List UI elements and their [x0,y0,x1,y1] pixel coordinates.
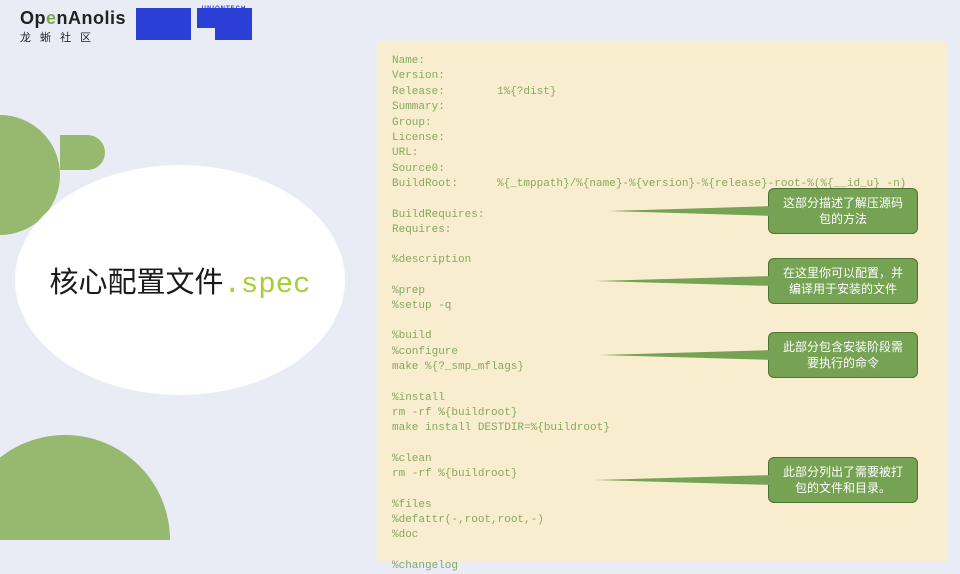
logo-post: nAnolis [57,8,127,28]
blue-shape-right [197,8,252,40]
spec-buildroot-key: BuildRoot: [392,177,497,192]
callout-files: 此部分列出了需要被打包的文件和目录。 [768,457,918,503]
title-spec: spec [241,268,311,301]
logo-sub: 龙 蜥 社 区 [20,29,126,45]
spec-group-key: Group: [392,116,497,131]
spec-url-key: URL: [392,146,497,161]
spec-source0-key: Source0: [392,162,497,177]
logo-left: OpenAnolis 龙 蜥 社 区 [20,8,126,45]
logo-brand: OpenAnolis [20,8,126,29]
spec-changelog: %changelog [392,559,934,574]
spec-release-key: Release: [392,85,497,100]
spec-makeinstall: make install DESTDIR=%{buildroot} [392,421,934,436]
spec-req-key: Requires: [392,223,497,238]
spec-version-key: Version: [392,69,497,84]
spec-install: %install [392,391,934,406]
spec-doc: %doc [392,528,934,543]
callout-install: 此部分包含安装阶段需要执行的命令 [768,332,918,378]
callout-build: 在这里你可以配置，并编译用于安装的文件 [768,258,918,304]
logo-area: OpenAnolis 龙 蜥 社 区 UNIONTECH [20,8,252,45]
spec-release-val: 1%{?dist} [497,85,556,100]
spec-summary-key: Summary: [392,100,497,115]
blue-shape-left [136,8,191,40]
decor-shape-bottom [0,435,170,540]
logo-blue: UNIONTECH [136,8,252,40]
spec-name-key: Name: [392,54,497,69]
spec-defattr: %defattr(-,root,root,-) [392,513,934,528]
title-circle: 核心配置文件.spec [15,165,345,395]
page-title: 核心配置文件.spec [49,259,310,301]
title-dot: . [223,268,240,301]
spec-buildreq-key: BuildRequires: [392,208,497,223]
callout-prep: 这部分描述了解压源码包的方法 [768,188,918,234]
spec-code-panel: Name: Version: Release:1%{?dist} Summary… [378,42,948,562]
spec-rm1: rm -rf %{buildroot} [392,406,934,421]
logo-pre: Op [20,8,46,28]
title-main: 核心配置文件 [49,267,223,299]
logo-e: e [46,8,57,28]
spec-license-key: License: [392,131,497,146]
